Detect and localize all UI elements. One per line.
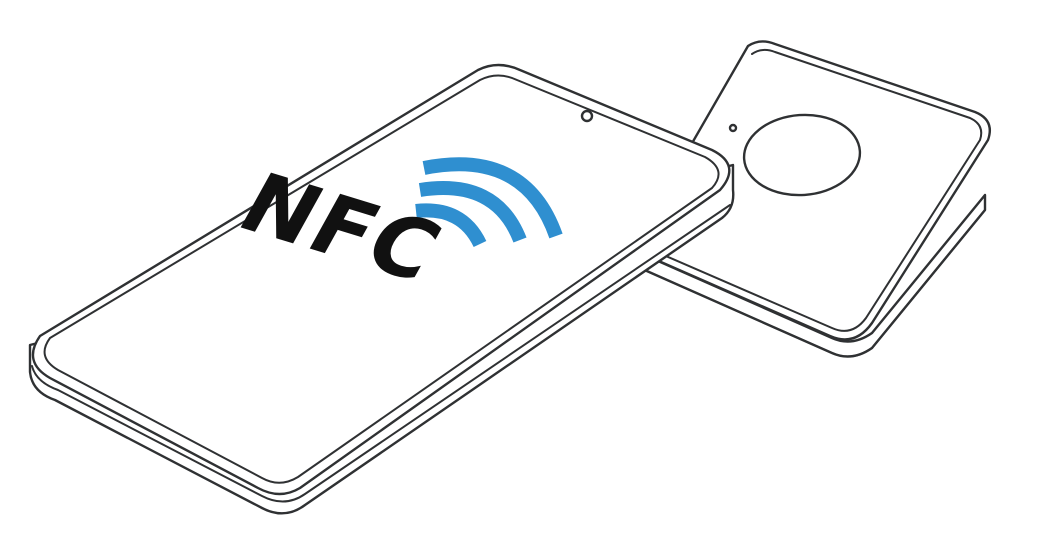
phone-camera-icon bbox=[580, 109, 594, 123]
reader-led-icon bbox=[728, 123, 738, 133]
nfc-tap-illustration: NFC bbox=[28, 40, 992, 515]
smartphone: NFC bbox=[28, 63, 735, 515]
